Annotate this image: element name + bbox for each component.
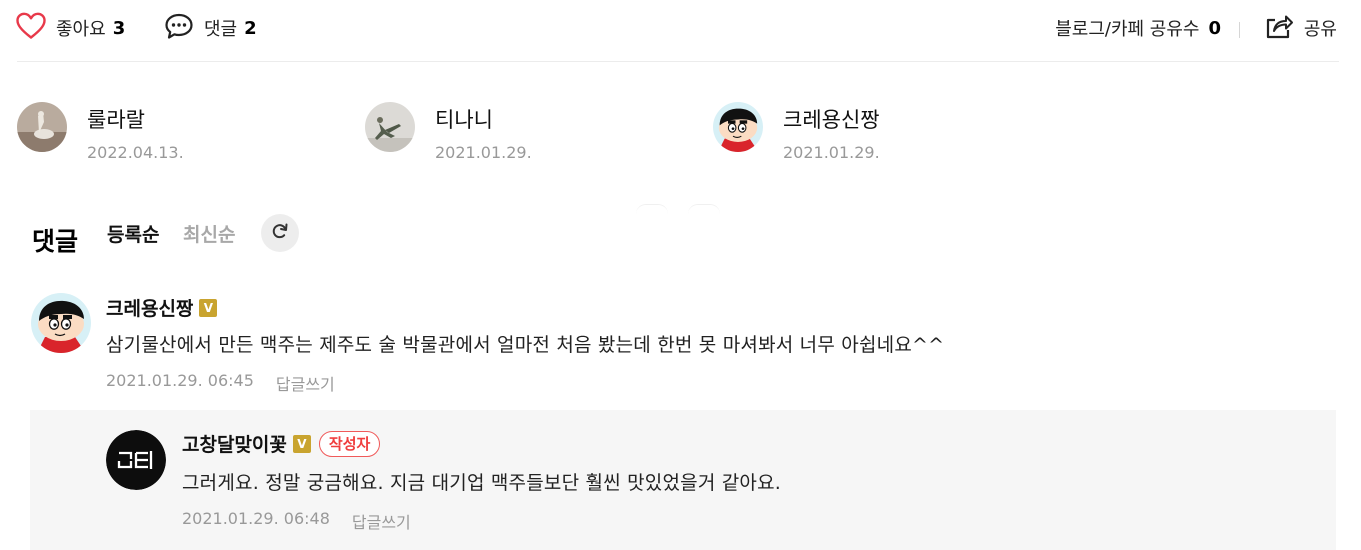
avatar[interactable]	[365, 102, 415, 152]
comment-item: 크레용신짱 V 삼기물산에서 만든 맥주는 제주도 술 박물관에서 얼마전 처음…	[0, 282, 1361, 404]
liker-date: 2022.04.13.	[87, 143, 184, 162]
comment-meta: 2021.01.29. 06:45 답글쓰기	[106, 371, 335, 395]
refresh-button[interactable]	[261, 214, 299, 252]
post-action-bar: 좋아요 3 댓글 2 블로그/카페 공유수 0 공유	[0, 0, 1361, 62]
divider	[17, 61, 1339, 62]
post-comments-area: 좋아요 3 댓글 2 블로그/카페 공유수 0 공유 룰라랄 2022.04.1…	[0, 0, 1361, 550]
verified-badge: V	[199, 298, 218, 317]
author-name[interactable]: 고창달맞이꽃	[182, 430, 287, 457]
liker-name[interactable]: 크레용신짱	[783, 104, 880, 134]
comment-label: 댓글	[204, 19, 238, 40]
refresh-icon	[270, 221, 290, 245]
share-count: 블로그/카페 공유수 0	[1055, 12, 1221, 44]
sort-latest-tab[interactable]: 최신순	[183, 220, 235, 247]
liker-name[interactable]: 티나니	[435, 104, 493, 134]
reply-comment-item: 고창달맞이꽃 V 작성자 그러게요. 정말 궁금해요. 지금 대기업 맥주들보단…	[30, 410, 1336, 550]
comment-author[interactable]: 고창달맞이꽃 V 작성자	[182, 430, 381, 457]
avatar[interactable]	[713, 102, 763, 152]
carousel-indicator	[636, 204, 726, 214]
comment-button[interactable]: 댓글 2	[164, 12, 257, 44]
avatar[interactable]	[31, 293, 91, 353]
liker-item[interactable]: 크레용신짱 2021.01.29.	[713, 102, 1043, 166]
author-name[interactable]: 크레용신짱	[106, 294, 193, 321]
liker-name[interactable]: 룰라랄	[87, 104, 145, 134]
share-icon	[1264, 12, 1294, 45]
share-label: 공유	[1303, 19, 1337, 40]
verified-badge: V	[292, 434, 311, 453]
sort-registered-tab[interactable]: 등록순	[107, 220, 159, 247]
like-count: 3	[112, 17, 126, 39]
liker-item[interactable]: 룰라랄 2022.04.13.	[17, 102, 347, 166]
speech-bubble-icon	[164, 12, 194, 45]
comment-text: 삼기물산에서 만든 맥주는 제주도 술 박물관에서 얼마전 처음 봤는데 한번 …	[106, 334, 945, 356]
share-button[interactable]: 공유	[1264, 12, 1337, 44]
like-label: 좋아요	[56, 19, 106, 40]
writer-badge: 작성자	[318, 430, 381, 457]
comment-author[interactable]: 크레용신짱 V	[106, 294, 218, 321]
comment-count: 2	[244, 17, 257, 39]
comments-title: 댓글	[32, 227, 79, 256]
comment-text: 그러게요. 정말 궁금해요. 지금 대기업 맥주들보단 훨씬 맛있었을거 같아요…	[182, 472, 782, 494]
avatar[interactable]	[17, 102, 67, 152]
comments-header: 댓글 등록순 최신순	[32, 214, 432, 256]
reply-button[interactable]: 답글쓰기	[276, 371, 335, 395]
reply-button[interactable]: 답글쓰기	[352, 509, 411, 533]
comment-timestamp: 2021.01.29. 06:45	[106, 371, 254, 390]
liker-date: 2021.01.29.	[435, 143, 532, 162]
liker-item[interactable]: 티나니 2021.01.29.	[365, 102, 695, 166]
separator	[1239, 22, 1240, 38]
share-count-value: 0	[1208, 17, 1221, 39]
share-count-label: 블로그/카페 공유수	[1055, 19, 1200, 40]
liker-date: 2021.01.29.	[783, 143, 880, 162]
heart-icon	[16, 12, 46, 45]
like-button[interactable]: 좋아요 3	[16, 12, 125, 44]
comment-meta: 2021.01.29. 06:48 답글쓰기	[182, 509, 411, 533]
avatar[interactable]	[106, 430, 166, 490]
comment-timestamp: 2021.01.29. 06:48	[182, 509, 330, 528]
